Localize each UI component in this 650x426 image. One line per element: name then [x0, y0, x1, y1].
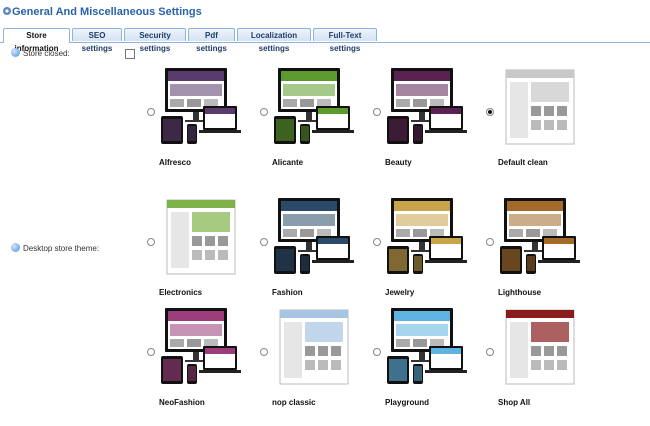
- theme-name: NeoFashion: [159, 398, 205, 407]
- theme-option[interactable]: Beauty: [373, 66, 483, 186]
- theme-radio[interactable]: [147, 348, 155, 356]
- theme-radio[interactable]: [147, 108, 155, 116]
- theme-preview-image[interactable]: [385, 306, 469, 388]
- theme-name: Jewelry: [385, 288, 415, 297]
- theme-preview-image[interactable]: [159, 306, 243, 388]
- theme-preview-image[interactable]: [498, 66, 582, 148]
- theme-preview-image[interactable]: [385, 66, 469, 148]
- theme-radio[interactable]: [486, 108, 494, 116]
- theme-preview-image[interactable]: [385, 196, 469, 278]
- theme-option[interactable]: Electronics: [147, 196, 257, 316]
- theme-preview-image[interactable]: [272, 66, 356, 148]
- theme-preview-image[interactable]: [272, 196, 356, 278]
- tab-localization-settings[interactable]: Localization settings: [237, 28, 311, 53]
- tab-fulltext-settings[interactable]: Full-Text settings: [313, 28, 377, 53]
- theme-option[interactable]: Fashion: [260, 196, 370, 316]
- theme-name: Playground: [385, 398, 430, 407]
- theme-name: Fashion: [272, 288, 303, 297]
- theme-preview-image[interactable]: [272, 306, 356, 388]
- theme-radio[interactable]: [260, 108, 268, 116]
- theme-radio[interactable]: [486, 348, 494, 356]
- theme-option[interactable]: Playground: [373, 306, 483, 426]
- theme-radio[interactable]: [373, 348, 381, 356]
- store-closed-label: Store closed:: [23, 49, 70, 58]
- theme-name: Alicante: [272, 158, 304, 167]
- theme-option[interactable]: Shop All: [486, 306, 596, 426]
- theme-name: Electronics: [159, 288, 203, 297]
- theme-option[interactable]: nop classic: [260, 306, 370, 426]
- theme-preview-image[interactable]: [159, 66, 243, 148]
- theme-option[interactable]: Alfresco: [147, 66, 257, 186]
- theme-preview-image[interactable]: [498, 196, 582, 278]
- settings-gear-icon: [3, 7, 11, 15]
- theme-radio[interactable]: [373, 238, 381, 246]
- store-closed-checkbox[interactable]: [125, 49, 135, 59]
- tab-seo-settings[interactable]: SEO settings: [72, 28, 122, 53]
- theme-name: Shop All: [498, 398, 531, 407]
- page-header: General And Miscellaneous Settings: [0, 0, 650, 24]
- theme-name: Alfresco: [159, 158, 192, 167]
- desktop-theme-label: Desktop store theme:: [23, 244, 100, 253]
- theme-option[interactable]: Default clean: [486, 66, 596, 186]
- theme-radio[interactable]: [260, 238, 268, 246]
- theme-name: nop classic: [272, 398, 316, 407]
- tab-security-settings[interactable]: Security settings: [124, 28, 186, 53]
- theme-radio[interactable]: [260, 348, 268, 356]
- theme-option[interactable]: Jewelry: [373, 196, 483, 316]
- theme-name: Lighthouse: [498, 288, 542, 297]
- settings-tabs: Store information SEO settings Security …: [0, 28, 650, 53]
- theme-name: Default clean: [498, 158, 548, 167]
- theme-preview-image[interactable]: [498, 306, 582, 388]
- theme-name: Beauty: [385, 158, 412, 167]
- theme-option[interactable]: NeoFashion: [147, 306, 257, 426]
- theme-radio[interactable]: [147, 238, 155, 246]
- theme-radio[interactable]: [373, 108, 381, 116]
- tab-store-information[interactable]: Store information: [3, 28, 70, 53]
- theme-radio[interactable]: [486, 238, 494, 246]
- tab-pdf-settings[interactable]: Pdf settings: [188, 28, 235, 53]
- theme-preview-image[interactable]: [159, 196, 243, 278]
- theme-option[interactable]: Alicante: [260, 66, 370, 186]
- theme-option[interactable]: Lighthouse: [486, 196, 596, 316]
- page-title: General And Miscellaneous Settings: [12, 6, 202, 18]
